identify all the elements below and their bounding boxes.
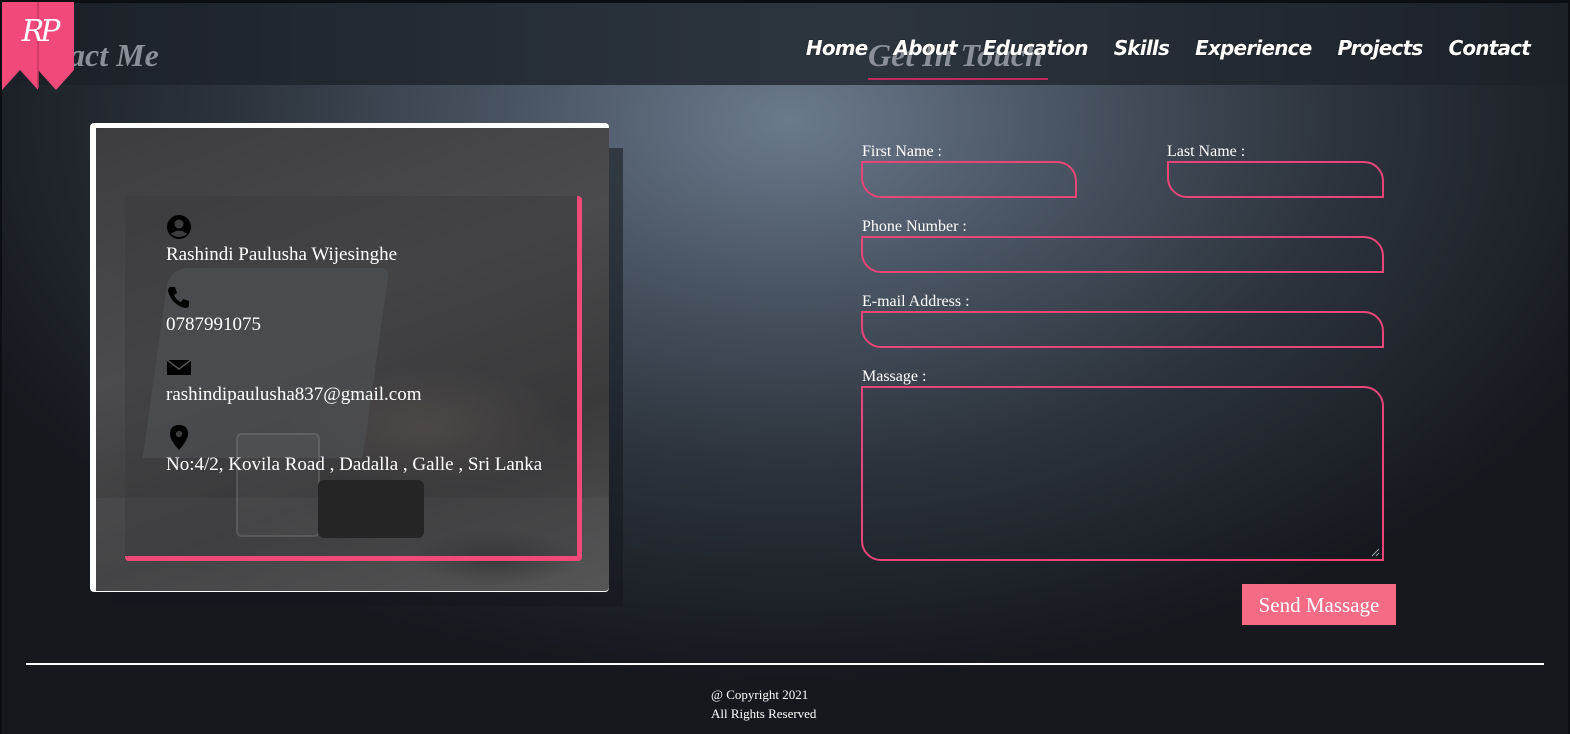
contact-name-item: Rashindi Paulusha Wijesinghe — [166, 214, 397, 266]
site-logo[interactable]: RP — [2, 2, 76, 90]
message-label: Massage : — [862, 368, 927, 385]
phone-icon — [168, 287, 189, 308]
window-left-border — [0, 0, 2, 734]
contact-email-item: rashindipaulusha837@gmail.com — [166, 354, 421, 406]
nav-projects[interactable]: Projects — [1337, 36, 1423, 60]
last-name-label: Last Name : — [1167, 143, 1246, 160]
email-input[interactable] — [861, 311, 1384, 348]
footer-divider — [26, 663, 1544, 665]
first-name-label: First Name : — [862, 143, 942, 160]
contact-phone: 0787991075 — [166, 314, 261, 335]
first-name-input[interactable] — [861, 161, 1077, 198]
nav-education[interactable]: Education — [983, 36, 1089, 60]
resize-handle-icon[interactable] — [1370, 547, 1380, 557]
nav-skills[interactable]: Skills — [1114, 36, 1170, 60]
phone-input[interactable] — [861, 236, 1384, 273]
nav-contact[interactable]: Contact — [1448, 36, 1530, 60]
user-icon — [167, 215, 191, 239]
logo-monogram: RP — [21, 14, 61, 49]
phone-label: Phone Number : — [862, 218, 967, 235]
email-label: E-mail Address : — [862, 293, 970, 310]
message-textarea[interactable] — [861, 386, 1384, 561]
footer-copyright: @ Copyright 2021 — [711, 687, 809, 702]
send-message-button[interactable]: Send Massage — [1242, 584, 1396, 625]
footer-rights: All Rights Reserved — [711, 706, 817, 721]
contact-address-item: No:4/2, Kovila Road , Dadalla , Galle , … — [166, 424, 542, 476]
nav-experience[interactable]: Experience — [1195, 36, 1312, 60]
contact-phone-item: 0787991075 — [166, 284, 261, 336]
nav-about[interactable]: About — [894, 36, 958, 60]
contact-address: No:4/2, Kovila Road , Dadalla , Galle , … — [166, 454, 543, 475]
last-name-input[interactable] — [1167, 161, 1384, 198]
contact-name: Rashindi Paulusha Wijesinghe — [166, 244, 398, 265]
location-pin-icon — [170, 425, 188, 450]
mail-icon — [166, 359, 192, 375]
contact-email[interactable]: rashindipaulusha837@gmail.com — [166, 384, 421, 406]
nav-home[interactable]: Home — [806, 36, 868, 60]
main-nav: Home About Education Skills Experience P… — [806, 36, 1531, 60]
